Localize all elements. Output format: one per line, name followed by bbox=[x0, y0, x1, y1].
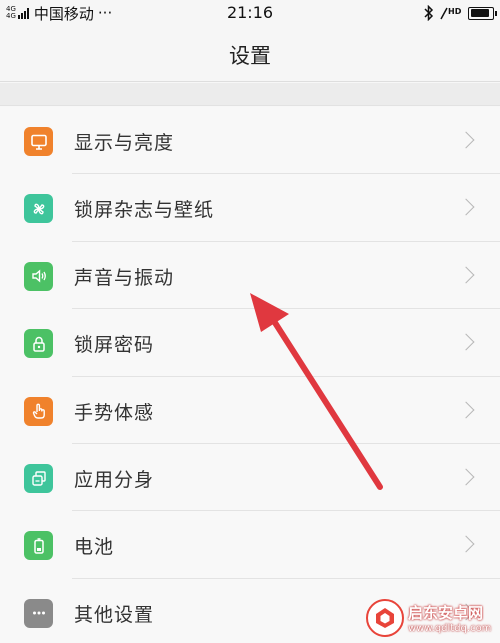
watermark-text: 启东安卓网 www.qdltdq.com bbox=[408, 602, 491, 634]
watermark-logo-icon bbox=[366, 599, 404, 637]
watermark-title: 启东安卓网 bbox=[408, 604, 484, 622]
watermark-url: www.qdltdq.com bbox=[408, 623, 492, 634]
annotation-arrow bbox=[250, 293, 383, 490]
watermark: 启东安卓网 www.qdltdq.com bbox=[366, 597, 494, 639]
